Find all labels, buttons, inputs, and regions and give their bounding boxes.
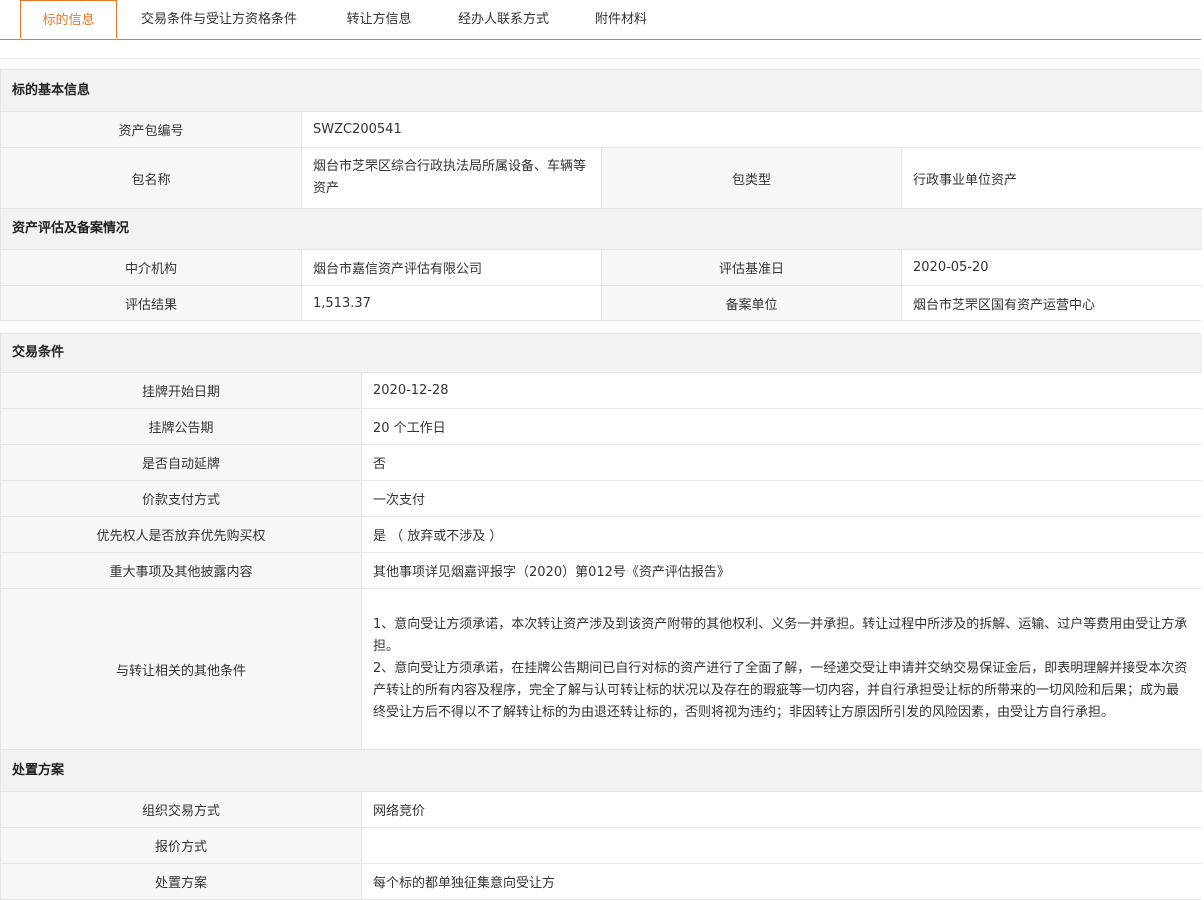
tab-attachments[interactable]: 附件材料 xyxy=(570,0,672,39)
row-org-method: 组织交易方式 网络竞价 xyxy=(1,792,1202,827)
value-payment: 一次支付 xyxy=(362,481,1202,516)
value-pkg-name: 烟台市芝罘区综合行政执法局所属设备、车辆等资产 xyxy=(302,148,602,208)
tab-bar: 标的信息 交易条件与受让方资格条件 转让方信息 经办人联系方式 附件材料 xyxy=(0,0,1201,40)
label-auto-extend: 是否自动延牌 xyxy=(1,445,362,480)
other-condition-1: 1、意向受让方须承诺，本次转让资产涉及到该资产附带的其他权利、义务一并承担。转让… xyxy=(373,617,1188,654)
label-quote-method: 报价方式 xyxy=(1,828,362,863)
value-disclosure: 其他事项详见烟嘉评报字（2020）第012号《资产评估报告》 xyxy=(362,553,1202,588)
label-disposal-plan: 处置方案 xyxy=(1,864,362,899)
tab-target-info[interactable]: 标的信息 xyxy=(20,0,117,39)
divider xyxy=(0,58,1201,59)
section-title-eval: 资产评估及备案情况 xyxy=(1,209,1202,249)
value-base-date: 2020-05-20 xyxy=(902,250,1202,285)
label-org-method: 组织交易方式 xyxy=(1,792,362,827)
label-pkg-type: 包类型 xyxy=(602,148,902,208)
row-disposal-plan: 处置方案 每个标的都单独征集意向受让方 xyxy=(1,864,1202,899)
value-quote-method xyxy=(362,828,1202,863)
section-title-basic: 标的基本信息 xyxy=(1,70,1202,111)
value-agency: 烟台市嘉信资产评估有限公司 xyxy=(302,250,602,285)
row-payment: 价款支付方式 一次支付 xyxy=(1,481,1202,516)
label-agency: 中介机构 xyxy=(1,250,302,285)
label-other-conditions: 与转让相关的其他条件 xyxy=(1,589,362,749)
value-pkg-type: 行政事业单位资产 xyxy=(902,148,1202,208)
other-condition-2: 2、意向受让方须承诺，在挂牌公告期间已自行对标的资产进行了全面了解，一经递交受让… xyxy=(373,661,1188,720)
label-pkg-name: 包名称 xyxy=(1,148,302,208)
section-title-disposal: 处置方案 xyxy=(1,750,1202,791)
section-title-trade: 交易条件 xyxy=(1,334,1202,372)
row-result: 评估结果 1,513.37 备案单位 烟台市芝罘区国有资产运营中心 xyxy=(1,286,1202,320)
tab-transferor-info[interactable]: 转让方信息 xyxy=(321,0,437,39)
label-disclosure: 重大事项及其他披露内容 xyxy=(1,553,362,588)
row-agency: 中介机构 烟台市嘉信资产评估有限公司 评估基准日 2020-05-20 xyxy=(1,250,1202,285)
row-auto-extend: 是否自动延牌 否 xyxy=(1,445,1202,480)
label-record-unit: 备案单位 xyxy=(602,286,902,320)
row-other-conditions: 与转让相关的其他条件 1、意向受让方须承诺，本次转让资产涉及到该资产附带的其他权… xyxy=(1,589,1202,749)
value-notice-period: 20 个工作日 xyxy=(362,409,1202,444)
value-other-conditions: 1、意向受让方须承诺，本次转让资产涉及到该资产附带的其他权利、义务一并承担。转让… xyxy=(362,589,1202,749)
label-result: 评估结果 xyxy=(1,286,302,320)
value-disposal-plan: 每个标的都单独征集意向受让方 xyxy=(362,864,1202,899)
value-org-method: 网络竞价 xyxy=(362,792,1202,827)
value-auto-extend: 否 xyxy=(362,445,1202,480)
row-priority: 优先权人是否放弃优先购买权 是 （ 放弃或不涉及 ） xyxy=(1,517,1202,552)
label-pkg-no: 资产包编号 xyxy=(1,112,302,147)
label-priority: 优先权人是否放弃优先购买权 xyxy=(1,517,362,552)
row-pkg-no: 资产包编号 SWZC200541 xyxy=(1,112,1202,147)
value-record-unit: 烟台市芝罘区国有资产运营中心 xyxy=(902,286,1202,320)
value-priority: 是 （ 放弃或不涉及 ） xyxy=(362,517,1202,552)
value-result: 1,513.37 xyxy=(302,286,602,320)
label-list-start: 挂牌开始日期 xyxy=(1,373,362,408)
row-list-start: 挂牌开始日期 2020-12-28 xyxy=(1,373,1202,408)
label-base-date: 评估基准日 xyxy=(602,250,902,285)
tab-contact[interactable]: 经办人联系方式 xyxy=(437,0,570,39)
value-pkg-no: SWZC200541 xyxy=(302,112,1202,147)
row-notice-period: 挂牌公告期 20 个工作日 xyxy=(1,409,1202,444)
basic-info-section: 标的基本信息 资产包编号 SWZC200541 包名称 烟台市芝罘区综合行政执法… xyxy=(0,69,1202,321)
row-pkg-name: 包名称 烟台市芝罘区综合行政执法局所属设备、车辆等资产 包类型 行政事业单位资产 xyxy=(1,148,1202,208)
tab-trade-conditions[interactable]: 交易条件与受让方资格条件 xyxy=(117,0,321,39)
label-payment: 价款支付方式 xyxy=(1,481,362,516)
row-disclosure: 重大事项及其他披露内容 其他事项详见烟嘉评报字（2020）第012号《资产评估报… xyxy=(1,553,1202,588)
value-list-start: 2020-12-28 xyxy=(362,373,1202,408)
label-notice-period: 挂牌公告期 xyxy=(1,409,362,444)
trade-section: 交易条件 挂牌开始日期 2020-12-28 挂牌公告期 20 个工作日 是否自… xyxy=(0,333,1202,900)
row-quote-method: 报价方式 xyxy=(1,828,1202,863)
